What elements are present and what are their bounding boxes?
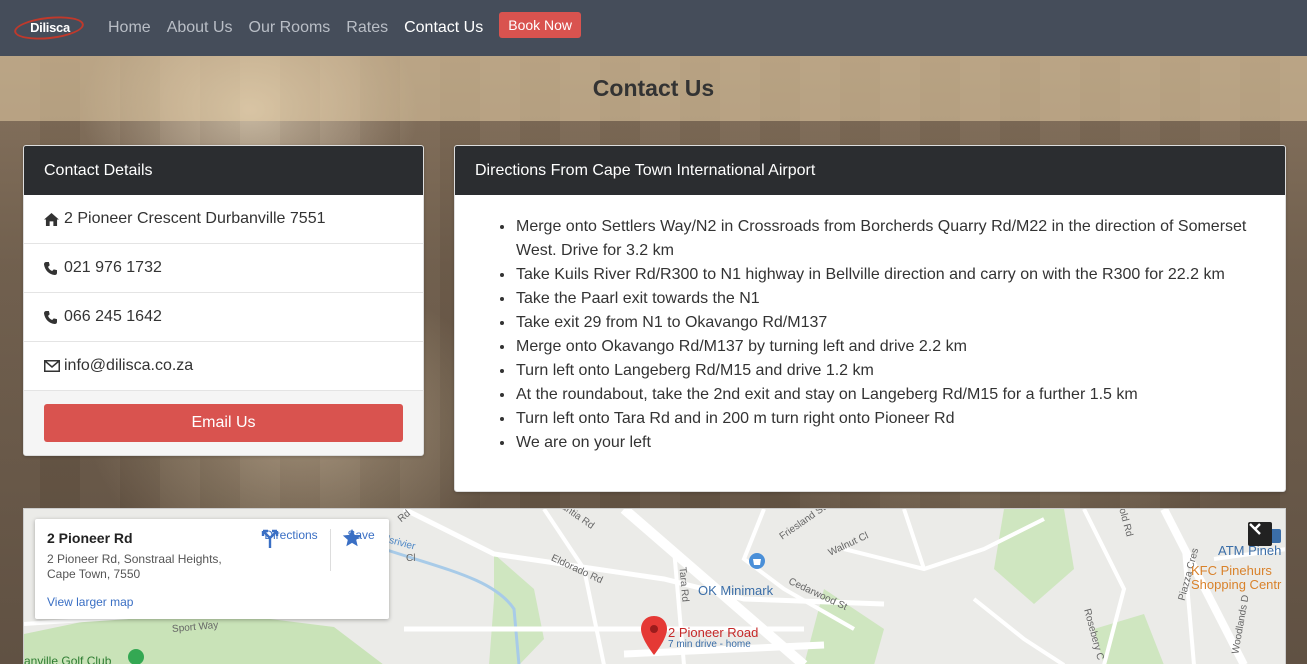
road: [972, 597, 1066, 664]
email-row: info@dilisca.co.za: [24, 342, 423, 391]
place-address: 2 Pioneer Rd, Sonstraal Heights, Cape To…: [47, 552, 222, 581]
road: [902, 509, 926, 570]
logo-text: Dilisca: [30, 20, 70, 35]
road: [542, 509, 606, 664]
page-title: Contact Us: [592, 75, 715, 101]
directions-header: Directions From Cape Town International …: [455, 146, 1285, 195]
place-title: 2 Pioneer Rd: [47, 530, 133, 546]
golf-club-label[interactable]: anville Golf Club: [24, 654, 111, 664]
book-now-button[interactable]: Book Now: [499, 12, 582, 38]
contact-details-card: Contact Details 2 Pioneer Crescent Durba…: [23, 145, 424, 456]
address-row: 2 Pioneer Crescent Durbanville 7551: [24, 195, 423, 244]
embedded-map[interactable]: Sport Way uilsrivier Eldorado Rd Tara Rd…: [23, 508, 1286, 664]
direction-step: We are on your left: [515, 431, 1265, 455]
star-icon: [342, 528, 362, 547]
directions-icon: [261, 529, 279, 548]
nav-rates[interactable]: Rates: [346, 19, 388, 37]
nav-links: Home About Us Our Rooms Rates Contact Us…: [108, 12, 582, 38]
fullscreen-button[interactable]: [1248, 522, 1272, 546]
directions-list: Merge onto Settlers Way/N2 in Crossroads…: [455, 195, 1285, 455]
phone-2-link[interactable]: 066 245 1642: [64, 308, 162, 326]
direction-step: Take the Paarl exit towards the N1: [515, 287, 1265, 311]
nav-contact-us[interactable]: Contact Us: [404, 19, 483, 37]
view-larger-map-link[interactable]: View larger map: [47, 595, 133, 609]
place-info-card: 2 Pioneer Rd 2 Pioneer Rd, Sonstraal Hei…: [35, 519, 389, 619]
email-us-button[interactable]: Email Us: [44, 404, 403, 442]
pin-label: 2 Pioneer Road: [668, 625, 759, 640]
title-band: Contact Us: [0, 56, 1307, 121]
home-icon: [44, 212, 64, 226]
fullscreen-icon: [1249, 523, 1261, 535]
email-button-area: Email Us: [24, 391, 423, 455]
phone-icon: [44, 261, 64, 275]
phone-1-link[interactable]: 021 976 1732: [64, 259, 162, 277]
phone-row-1: 021 976 1732: [24, 244, 423, 293]
nav-about-us[interactable]: About Us: [167, 19, 233, 37]
direction-step: Turn left onto Tara Rd and in 200 m turn…: [515, 407, 1265, 431]
direction-step: Merge onto Okavango Rd/M137 by turning l…: [515, 335, 1265, 359]
directions-card: Directions From Cape Town International …: [454, 145, 1286, 492]
navbar: Dilisca Home About Us Our Rooms Rates Co…: [0, 0, 1307, 56]
address-text: 2 Pioneer Crescent Durbanville 7551: [64, 210, 326, 227]
map-save-button[interactable]: Save: [341, 527, 381, 547]
pin-drive-time: 7 min drive - home: [668, 639, 751, 650]
direction-step: At the roundabout, take the 2nd exit and…: [515, 383, 1265, 407]
ok-minimark-label[interactable]: OK Minimark: [698, 583, 773, 598]
phone-icon: [44, 310, 64, 324]
direction-step: Merge onto Settlers Way/N2 in Crossroads…: [515, 215, 1265, 263]
contact-details-header: Contact Details: [24, 146, 423, 195]
map-directions-button[interactable]: Directions: [259, 527, 323, 548]
nav-home[interactable]: Home: [108, 19, 151, 37]
street-label: Cl: [406, 553, 416, 564]
email-link[interactable]: info@dilisca.co.za: [64, 357, 193, 375]
phone-row-2: 066 245 1642: [24, 293, 423, 342]
site-logo[interactable]: Dilisca: [13, 13, 86, 43]
direction-step: Turn left onto Langeberg Rd/M15 and driv…: [515, 359, 1265, 383]
divider: [330, 529, 331, 571]
direction-step: Take exit 29 from N1 to Okavango Rd/M137: [515, 311, 1265, 335]
direction-step: Take Kuils River Rd/R300 to N1 highway i…: [515, 263, 1265, 287]
nav-our-rooms[interactable]: Our Rooms: [249, 19, 331, 37]
kfc-label[interactable]: KFC Pinehurs Shopping Centr: [1191, 564, 1285, 592]
envelope-icon: [44, 360, 64, 372]
